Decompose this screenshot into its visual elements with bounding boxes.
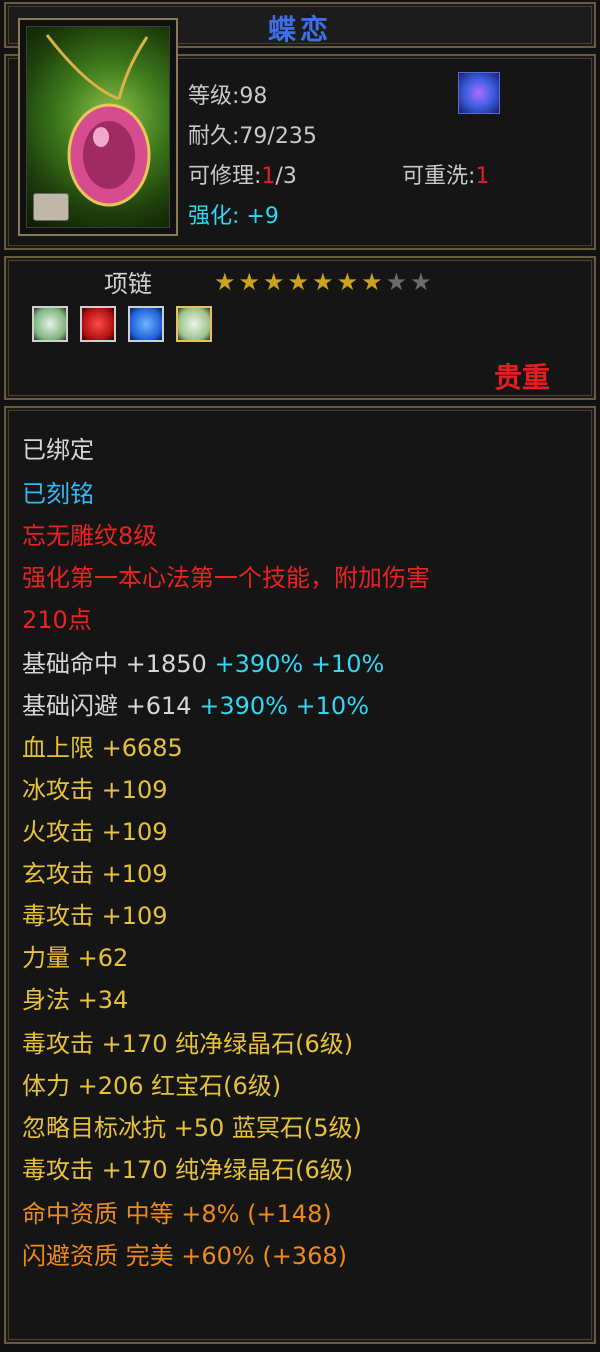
attr-value: +1850: [125, 650, 207, 678]
attr-label: 基础命中: [22, 650, 118, 678]
durability-text: 耐久:79/235: [188, 124, 317, 149]
repair-label: 可修理:: [188, 164, 262, 189]
white-gem-icon: [176, 306, 212, 342]
carving-line: 忘无雕纹8级: [22, 522, 158, 550]
star-icon: ★: [312, 268, 337, 296]
repair-value: 1: [261, 164, 276, 189]
attr-row: 基础闪避 +614 +390% +10%: [22, 686, 369, 721]
rewash-value: 1: [475, 164, 490, 189]
red-gem-icon: [80, 306, 116, 342]
enhance-text: 强化: +9: [188, 204, 279, 229]
level-text: 等级:98: [188, 84, 268, 109]
star-icon: ★: [238, 268, 264, 296]
attr-row: 血上限 +6685: [22, 728, 183, 763]
item-icon: [18, 18, 178, 236]
repair-text: 可修理:1/3: [188, 158, 297, 190]
star-icon: ★: [263, 268, 288, 296]
star-empty-icon: ★: [385, 268, 411, 296]
attr-label: 玄攻击: [22, 860, 94, 888]
star-icon: ★: [361, 268, 386, 296]
white-gem-icon: [32, 306, 68, 342]
item-type: 项链: [104, 270, 152, 298]
attr-row: 玄攻击 +109: [22, 854, 168, 889]
attr-row: 身法 +34: [22, 980, 128, 1015]
star-icon: ★: [287, 268, 313, 296]
magic-orb-icon: [458, 72, 500, 114]
attr-value: +109: [101, 818, 168, 846]
blue-gem-icon: [128, 306, 164, 342]
star-icon: ★: [336, 268, 362, 296]
attr-row: 冰攻击 +109: [22, 770, 168, 805]
gem-line: 忽略目标冰抗 +50 蓝冥石(5级): [22, 1114, 362, 1142]
lock-icon: [33, 193, 69, 221]
attr-extra: +390% +10%: [214, 650, 385, 678]
attr-value: +109: [101, 860, 168, 888]
gem-line: 体力 +206 红宝石(6级): [22, 1072, 282, 1100]
rewash-text: 可重洗:1: [402, 158, 489, 190]
attr-row: 火攻击 +109: [22, 812, 168, 847]
attr-label: 力量: [22, 944, 70, 972]
necklace-icon: [26, 26, 170, 228]
star-rating: ★★★★★★★★★: [214, 268, 435, 296]
star-icon: ★: [214, 268, 239, 296]
engraved-status: 已刻铭: [22, 480, 94, 508]
aptitude-line: 闪避资质 完美 +60% (+368): [22, 1242, 347, 1270]
skill-bonus-value: 210点: [22, 606, 92, 634]
item-tooltip: 蝶恋 等级:98 耐久:79/235 可修理:1/3 可重洗:1 强化: +9 …: [0, 0, 600, 1352]
attr-label: 火攻击: [22, 818, 94, 846]
attr-value: +109: [101, 902, 168, 930]
bound-status: 已绑定: [22, 436, 94, 464]
attr-label: 血上限: [22, 734, 94, 762]
rewash-label: 可重洗:: [402, 164, 476, 189]
attr-row: 基础命中 +1850 +390% +10%: [22, 644, 384, 679]
attr-label: 毒攻击: [22, 902, 94, 930]
skill-bonus-line: 强化第一本心法第一个技能，附加伤害: [22, 564, 430, 592]
attr-value: +34: [77, 986, 129, 1014]
attr-label: 基础闪避: [22, 692, 118, 720]
attr-label: 身法: [22, 986, 70, 1014]
attr-value: +6685: [101, 734, 183, 762]
aptitude-line: 命中资质 中等 +8% (+148): [22, 1200, 332, 1228]
attr-row: 毒攻击 +109: [22, 896, 168, 931]
rarity-label: 贵重: [493, 361, 550, 394]
attr-label: 冰攻击: [22, 776, 94, 804]
attr-extra: +390% +10%: [199, 692, 370, 720]
attr-value: +109: [101, 776, 168, 804]
gem-line: 毒攻击 +170 纯净绿晶石(6级): [22, 1030, 354, 1058]
repair-max: /3: [275, 164, 297, 189]
star-empty-icon: ★: [410, 268, 435, 296]
gem-line: 毒攻击 +170 纯净绿晶石(6级): [22, 1156, 354, 1184]
attr-value: +62: [77, 944, 129, 972]
attr-value: +614: [125, 692, 192, 720]
attr-row: 力量 +62: [22, 938, 128, 973]
